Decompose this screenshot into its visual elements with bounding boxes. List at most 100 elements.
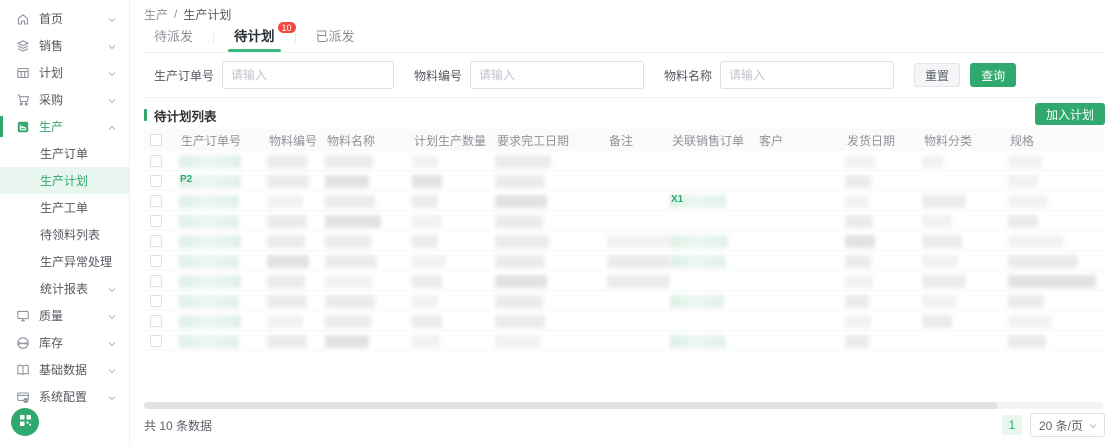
redacted-value [1008, 175, 1038, 188]
redacted-value [495, 235, 549, 248]
breadcrumb-separator: / [174, 7, 177, 21]
redacted-value [325, 335, 369, 348]
redacted-value [845, 335, 869, 348]
tab-to-dispatch[interactable]: 待派发 [148, 28, 199, 52]
row-checkbox[interactable] [150, 155, 162, 167]
row-checkbox[interactable] [150, 315, 162, 327]
sidebar-item-purchase[interactable]: 采购 [0, 86, 129, 113]
table-cell [325, 331, 412, 351]
sidebar-item-material-wait[interactable]: 待领料列表 [0, 221, 129, 248]
redacted-value [325, 215, 381, 228]
table-cell [845, 171, 922, 191]
table-cell [325, 211, 412, 231]
system-config-icon [16, 390, 30, 404]
column-header: 物料编号 [267, 132, 325, 149]
sidebar-item-inventory[interactable]: 库存 [0, 329, 129, 356]
redacted-value [845, 295, 869, 308]
production-order-no-input[interactable] [222, 61, 394, 89]
sidebar-item-base-data[interactable]: 基础数据 [0, 356, 129, 383]
table-cell [922, 251, 1008, 271]
redacted-value [495, 315, 545, 328]
row-checkbox[interactable] [150, 335, 162, 347]
table-cell [922, 231, 1008, 251]
redacted-value [1008, 235, 1064, 248]
redacted-value [670, 235, 728, 248]
row-checkbox[interactable] [150, 235, 162, 247]
row-checkbox[interactable] [150, 275, 162, 287]
row-checkbox[interactable] [150, 295, 162, 307]
sidebar-item-production-order[interactable]: 生产订单 [0, 140, 129, 167]
table-cell [757, 331, 845, 351]
search-button[interactable]: 查询 [970, 63, 1016, 87]
redacted-value [412, 235, 438, 248]
table-row [144, 151, 1104, 171]
row-checkbox[interactable] [150, 195, 162, 207]
table-cell [607, 311, 670, 331]
table-cell [922, 271, 1008, 291]
horizontal-scrollbar-thumb[interactable] [144, 402, 998, 409]
sidebar-item-home[interactable]: 首页 [0, 5, 129, 32]
quality-icon [16, 309, 30, 323]
table-cell [495, 311, 607, 331]
table-cell [757, 231, 845, 251]
row-checkbox[interactable] [150, 255, 162, 267]
sidebar-item-sales[interactable]: 销售 [0, 32, 129, 59]
inventory-icon [16, 336, 30, 350]
sidebar-item-system-config[interactable]: 系统配置 [0, 383, 129, 410]
redacted-value [922, 275, 966, 288]
plan-icon [16, 66, 30, 80]
table-row [144, 331, 1104, 351]
reset-button[interactable]: 重置 [914, 63, 960, 87]
page-number-1[interactable]: 1 [1002, 415, 1022, 435]
tab-divider [295, 31, 296, 43]
redacted-value [412, 315, 442, 328]
table-cell [1008, 171, 1104, 191]
add-to-plan-button[interactable]: 加入计划 [1035, 103, 1105, 125]
row-checkbox[interactable] [150, 215, 162, 227]
material-name-input[interactable] [720, 61, 894, 89]
chevron-down-icon [107, 392, 117, 402]
redacted-value [179, 315, 241, 328]
sidebar-item-quality[interactable]: 质量 [0, 302, 129, 329]
table-cell [267, 211, 325, 231]
table-row: P2 [144, 171, 1104, 191]
chevron-down-icon [107, 284, 117, 294]
horizontal-scrollbar[interactable] [144, 402, 1103, 409]
page-size-select[interactable]: 20 条/页 [1030, 413, 1105, 437]
cart-icon [16, 93, 30, 107]
table-cell [757, 171, 845, 191]
redacted-value [325, 315, 371, 328]
column-header: 发货日期 [845, 132, 922, 149]
breadcrumb-parent[interactable]: 生产 [144, 6, 168, 23]
tab-dispatched[interactable]: 已派发 [310, 28, 361, 52]
select-all-checkbox[interactable] [150, 134, 162, 146]
table-cell [670, 291, 757, 311]
table-cell [179, 211, 267, 231]
row-checkbox[interactable] [150, 175, 162, 187]
table-cell [845, 311, 922, 331]
tab-to-plan[interactable]: 待计划10 [228, 28, 281, 52]
tab-label: 待派发 [154, 29, 193, 44]
sidebar-item-production[interactable]: 生产 [0, 113, 129, 140]
sidebar-item-production-plan[interactable]: 生产计划 [0, 167, 129, 194]
table-cell [607, 171, 670, 191]
redacted-value [267, 195, 303, 208]
page-size-value: 20 条/页 [1039, 417, 1083, 434]
redacted-value [1008, 255, 1078, 268]
sidebar-item-work-order[interactable]: 生产工单 [0, 194, 129, 221]
material-code-input[interactable] [470, 61, 644, 89]
redacted-value [845, 315, 871, 328]
chevron-down-icon [107, 41, 117, 51]
qr-code-button[interactable] [11, 408, 39, 436]
app: 首页销售计划采购生产生产订单生产计划生产工单待领料列表生产异常处理统计报表质量库… [0, 0, 1111, 445]
table-cell [607, 231, 670, 251]
sidebar-item-exception[interactable]: 生产异常处理 [0, 248, 129, 275]
redacted-value [495, 155, 551, 168]
redacted-value [1008, 315, 1052, 328]
filter-field-material-code: 物料编号 [414, 61, 644, 89]
sidebar-item-plan[interactable]: 计划 [0, 59, 129, 86]
table-cell [325, 271, 412, 291]
table-cell [267, 271, 325, 291]
table-cell [412, 151, 495, 171]
sidebar-item-report[interactable]: 统计报表 [0, 275, 129, 302]
